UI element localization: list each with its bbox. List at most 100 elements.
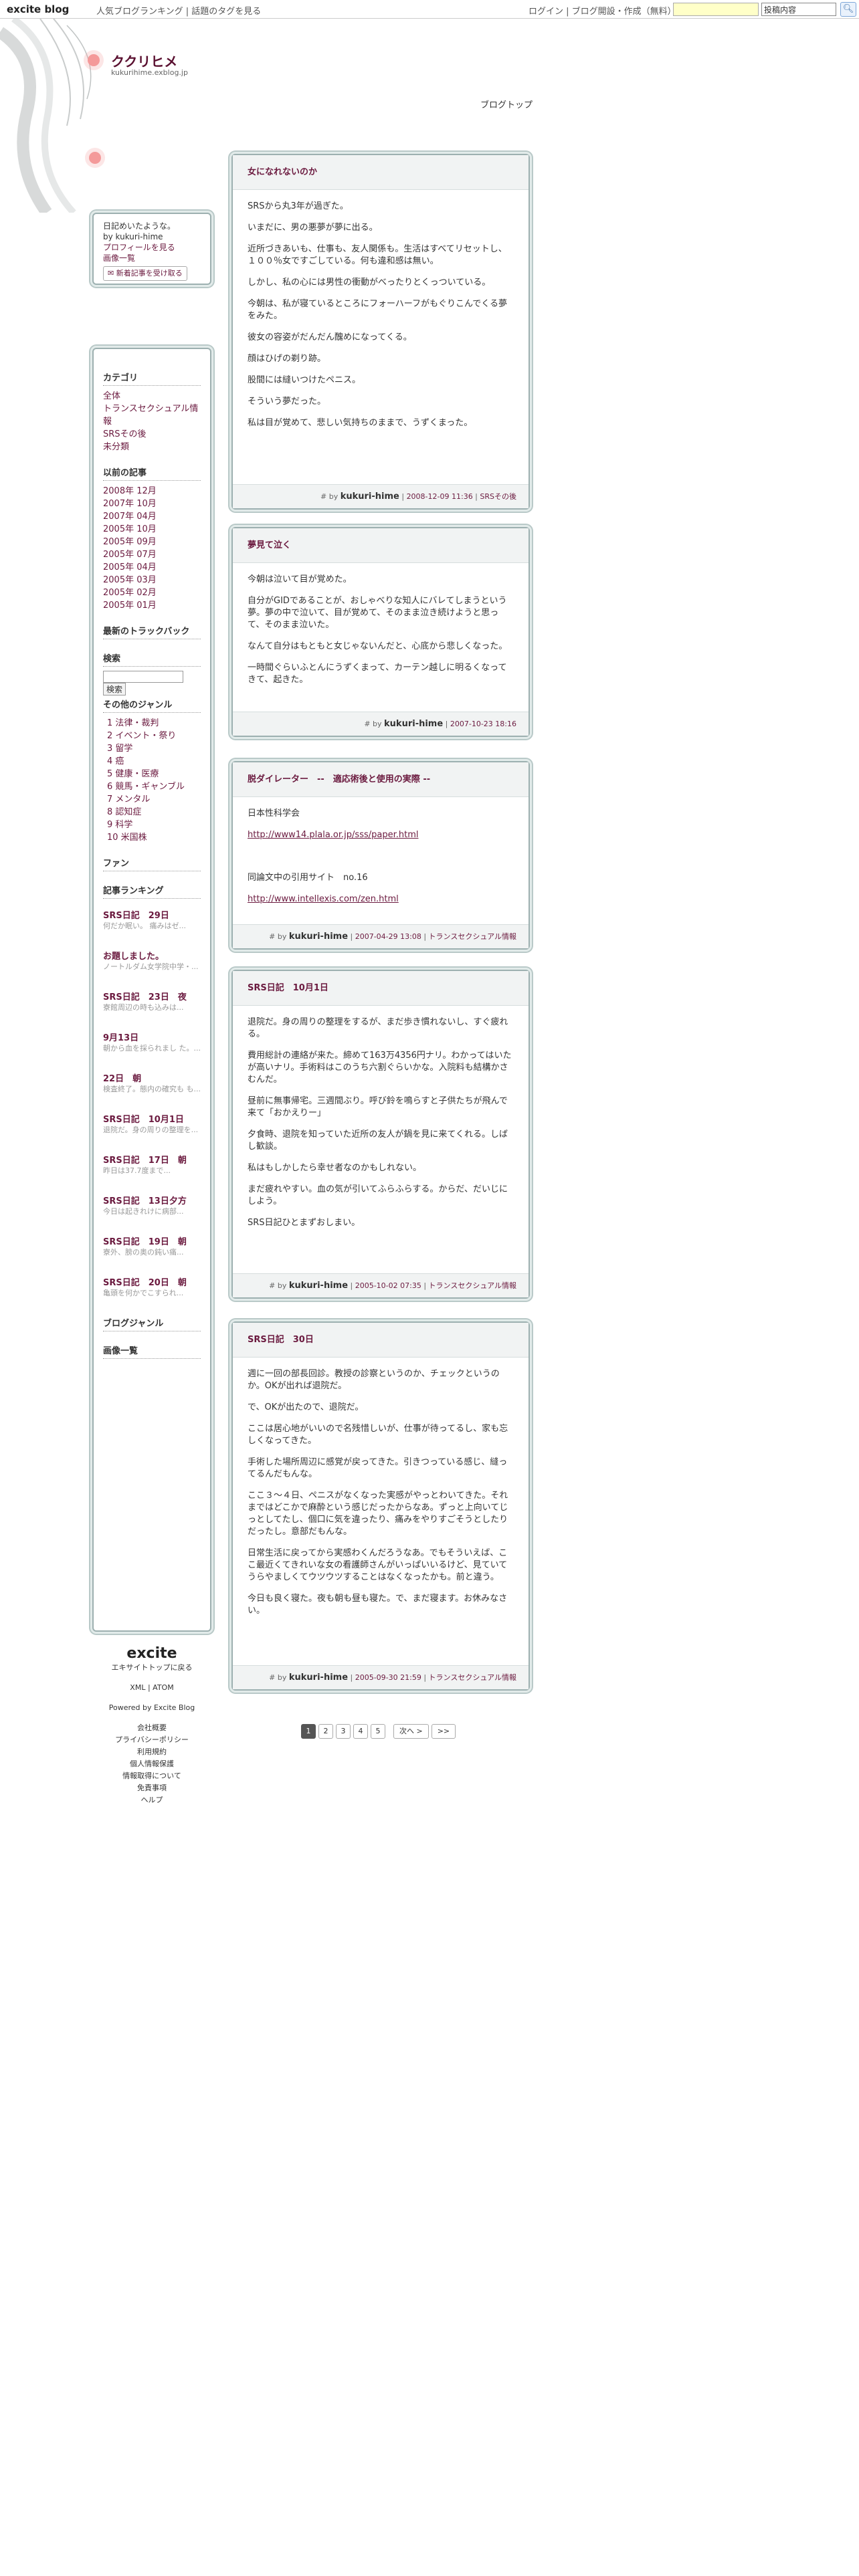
category-link[interactable]: トランスセクシュアル情報 <box>103 403 201 428</box>
ranking-title[interactable]: SRS日記 10月1日 <box>103 1112 201 1125</box>
archive-link[interactable]: 2005年 02月 <box>103 586 201 599</box>
category-link[interactable]: SRSその後 <box>103 428 201 441</box>
page-button[interactable]: 2 <box>318 1724 333 1739</box>
post-author[interactable]: kukuri-hime <box>384 719 443 729</box>
ranking-item: 22日 朝検査終了。態内の確究も も... <box>103 1071 201 1095</box>
post-date[interactable]: 2008-12-09 11:36 <box>407 492 473 501</box>
ranking-title[interactable]: SRS日記 17日 朝 <box>103 1153 201 1166</box>
sidebar-search-input[interactable] <box>103 671 183 683</box>
search-scope-select[interactable]: 投稿内容 <box>761 3 836 16</box>
post-body: 退院だ。身の周りの整理をするが、まだ歩き慣れないし、すぐ疲れる。 費用総計の連絡が… <box>233 1006 529 1249</box>
ranking-title[interactable]: SRS日記 13日夕方 <box>103 1194 201 1206</box>
post-paragraph <box>248 851 514 863</box>
profile-link[interactable]: プロフィールを見る <box>103 242 201 253</box>
post-entry: SRS日記 30日 週に一回の部長回診。教授の診察というのか、チェックというのか。… <box>231 1321 530 1691</box>
ranking-title[interactable]: お題しました。 <box>103 949 201 962</box>
footer-link[interactable]: 利用規約 <box>92 1746 211 1758</box>
post-paragraph: 夕食時、退院を知っていた近所の友人が鍋を見に来てくれる。しばし歓談。 <box>248 1130 508 1152</box>
post-category[interactable]: トランスセクシュアル情報 <box>429 1281 516 1290</box>
genre-link[interactable]: 2 イベント・祭り <box>107 730 201 742</box>
ranking-title[interactable]: SRS日記 20日 朝 <box>103 1275 201 1288</box>
sidebar-search-button[interactable]: 検索 <box>103 683 126 695</box>
genre-link[interactable]: 1 法律・裁判 <box>107 717 201 730</box>
post-author[interactable]: kukuri-hime <box>341 492 399 502</box>
post-date[interactable]: 2005-10-02 07:35 <box>355 1281 421 1290</box>
post-category[interactable]: SRSその後 <box>480 492 516 501</box>
genre-link[interactable]: 9 科学 <box>107 819 201 831</box>
page-button[interactable]: 4 <box>353 1724 368 1739</box>
post-date[interactable]: 2005-09-30 21:59 <box>355 1673 421 1682</box>
post-paragraph: 一時間ぐらいふとんにうずくまって、カーテン越しに明るくなってきて、起きた。 <box>248 663 507 685</box>
ranking-title[interactable]: SRS日記 23日 夜 <box>103 990 201 1002</box>
genre-link[interactable]: 4 癌 <box>107 755 201 768</box>
archive-link[interactable]: 2005年 10月 <box>103 523 201 536</box>
excite-top-link[interactable]: エキサイトトップに戻る <box>92 1662 211 1674</box>
search-icon[interactable]: 🔍︎ <box>840 2 856 17</box>
post-link[interactable]: http://www.intellexis.com/zen.html <box>248 893 514 905</box>
blog-title[interactable]: ククリヒメ <box>111 51 177 70</box>
feed-links[interactable]: XML | ATOM <box>92 1682 211 1694</box>
post-category[interactable]: トランスセクシュアル情報 <box>429 932 516 941</box>
genre-link[interactable]: 8 認知症 <box>107 806 201 819</box>
last-page-button[interactable]: >> <box>431 1724 456 1739</box>
blog-top-link[interactable]: ブログトップ <box>480 98 533 110</box>
footer-link[interactable]: プライバシーポリシー <box>92 1734 211 1746</box>
genre-link[interactable]: 7 メンタル <box>107 793 201 806</box>
post-author[interactable]: kukuri-hime <box>289 1281 348 1291</box>
genre-link[interactable]: 6 競馬・ギャンブル <box>107 780 201 793</box>
ranking-title[interactable]: SRS日記 29日 <box>103 908 201 921</box>
footer-link[interactable]: 情報取得について <box>92 1770 211 1782</box>
archive-link[interactable]: 2005年 07月 <box>103 548 201 561</box>
ranking-item: SRS日記 20日 朝亀頭を何かでこすられ... <box>103 1275 201 1299</box>
page-button[interactable]: 3 <box>336 1724 351 1739</box>
genre-link[interactable]: 5 健康・医療 <box>107 768 201 780</box>
archive-link[interactable]: 2008年 12月 <box>103 485 201 498</box>
archive-link[interactable]: 2007年 10月 <box>103 498 201 510</box>
genre-link[interactable]: 10 米国株 <box>107 831 201 844</box>
post-title[interactable]: 脱ダイレーター -- 適応術後と使用の実際 -- <box>233 762 529 797</box>
profile-panel: 日記めいたような。 by kukuri-hime プロフィールを見る 画像一覧 … <box>92 213 211 285</box>
post-author[interactable]: kukuri-hime <box>289 932 348 942</box>
post-date[interactable]: 2007-10-23 18:16 <box>450 720 516 728</box>
page-button[interactable]: 5 <box>371 1724 385 1739</box>
top-left-links[interactable]: 人気ブログランキング | 話題のタグを見る <box>96 4 261 17</box>
archive-link[interactable]: 2005年 04月 <box>103 561 201 574</box>
post-date[interactable]: 2007-04-29 13:08 <box>355 932 421 941</box>
genre-link[interactable]: 3 留学 <box>107 742 201 755</box>
ranking-title[interactable]: 22日 朝 <box>103 1071 201 1084</box>
footer-link[interactable]: 会社概要 <box>92 1722 211 1734</box>
post-title[interactable]: SRS日記 30日 <box>233 1323 529 1358</box>
post-author[interactable]: kukuri-hime <box>289 1673 348 1683</box>
post-paragraph: 私は目が覚めて、悲しい気持ちのままで、うずくまった。 <box>248 418 473 428</box>
images-link[interactable]: 画像一覧 <box>103 253 201 263</box>
category-link[interactable]: 未分類 <box>103 441 201 453</box>
footer-link[interactable]: ヘルプ <box>92 1794 211 1806</box>
ranking-item: SRS日記 29日 何だか眠い。 痛みはゼ... <box>103 908 201 932</box>
notify-button[interactable]: ✉ 新着記事を受け取る <box>103 266 187 281</box>
archive-link[interactable]: 2005年 09月 <box>103 536 201 548</box>
post-title[interactable]: 夢見て泣く <box>233 528 529 563</box>
post-title[interactable]: 女になれないのか <box>233 155 529 190</box>
category-link[interactable]: 全体 <box>103 390 201 403</box>
search-heading: 検索 <box>103 651 201 667</box>
page-button[interactable]: 1 <box>301 1724 316 1739</box>
archive-link[interactable]: 2005年 01月 <box>103 599 201 612</box>
top-right-links[interactable]: ログイン | ブログ開設・作成（無料） <box>529 4 676 17</box>
ranking-title[interactable]: 9月13日 <box>103 1031 201 1043</box>
post-paragraph: ここ３〜４日、ペニスがなくなった実感がやっとわいてきた。それまではどこかで麻酔と… <box>248 1491 508 1537</box>
ranking-excerpt: 亀頭を何かでこすられ... <box>103 1289 184 1297</box>
excite-blog-logo[interactable]: excite blog <box>7 3 69 15</box>
next-page-button[interactable]: 次へ > <box>393 1724 429 1739</box>
excite-logo[interactable]: excite <box>92 1645 211 1662</box>
ranking-excerpt: 寮館周辺の時も込みは... <box>103 1003 184 1012</box>
post-title[interactable]: SRS日記 10月1日 <box>233 971 529 1006</box>
ranking-heading: 記事ランキング <box>103 883 201 899</box>
archive-link[interactable]: 2007年 04月 <box>103 510 201 523</box>
top-search-input[interactable] <box>673 3 759 16</box>
post-link[interactable]: http://www14.plala.or.jp/sss/paper.html <box>248 829 514 841</box>
archive-link[interactable]: 2005年 03月 <box>103 574 201 586</box>
ranking-title[interactable]: SRS日記 19日 朝 <box>103 1235 201 1247</box>
footer-link[interactable]: 免責事項 <box>92 1782 211 1794</box>
footer-link[interactable]: 個人情報保護 <box>92 1758 211 1770</box>
post-category[interactable]: トランスセクシュアル情報 <box>429 1673 516 1682</box>
